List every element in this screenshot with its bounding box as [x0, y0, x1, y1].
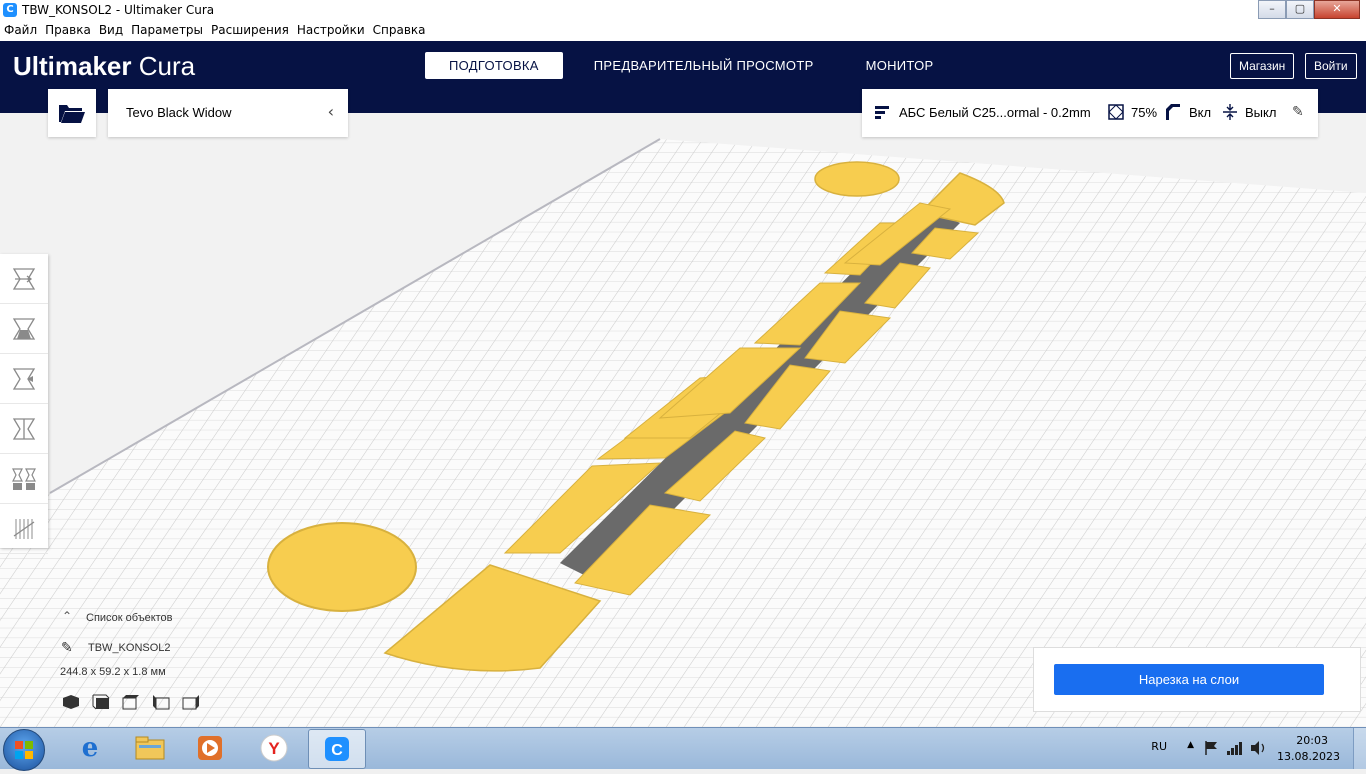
support-icon [1166, 104, 1180, 120]
profile-label: АБС Белый С25...ormal - 0.2mm [899, 105, 1091, 120]
logo-light: Cura [138, 51, 196, 81]
infill-value: 75% [1131, 105, 1158, 120]
cura-taskbar-icon: C [325, 737, 349, 761]
window-controls: – ▢ ✕ [1258, 0, 1360, 19]
mirror-tool[interactable] [0, 404, 48, 454]
taskbar-explorer[interactable] [122, 729, 178, 767]
media-player-icon [198, 736, 222, 760]
window-title: TBW_KONSOL2 - Ultimaker Cura [22, 3, 215, 17]
maximize-button[interactable]: ▢ [1286, 0, 1314, 19]
support-blocker-tool[interactable] [0, 504, 48, 554]
profile-layers-icon [875, 106, 889, 119]
flag-icon[interactable] [1204, 740, 1220, 756]
taskbar-cura[interactable]: C [308, 729, 366, 769]
model-disc-left[interactable] [267, 522, 417, 612]
scale-tool-icon [12, 317, 36, 340]
object-dimensions: 244.8 x 59.2 x 1.8 мм [60, 666, 166, 678]
object-list-header: Список объектов [86, 612, 173, 624]
pencil-icon[interactable]: ✎ [1292, 103, 1304, 120]
rotate-tool-icon [12, 367, 36, 390]
view-orientation-buttons [62, 694, 200, 710]
internet-explorer-icon: e [81, 733, 99, 763]
rotate-tool[interactable] [0, 354, 48, 404]
per-model-settings-tool[interactable] [0, 454, 48, 504]
cura-app-icon: C [3, 3, 17, 17]
tab-prepare[interactable]: ПОДГОТОВКА [425, 52, 563, 79]
tab-preview[interactable]: ПРЕДВАРИТЕЛЬНЫЙ ПРОСМОТР [570, 52, 838, 79]
menu-help[interactable]: Справка [369, 22, 430, 41]
volume-icon[interactable] [1250, 740, 1268, 756]
move-tool[interactable] [0, 254, 48, 304]
taskbar-media-player[interactable] [182, 729, 238, 767]
show-desktop-button[interactable] [1353, 728, 1366, 769]
minimize-button[interactable]: – [1258, 0, 1286, 19]
object-list-toggle[interactable]: ⌃ Список объектов [60, 609, 360, 628]
view-right-icon[interactable] [182, 694, 200, 710]
menu-view[interactable]: Вид [95, 22, 127, 41]
adhesion-value: Выкл [1245, 105, 1277, 120]
infill-icon [1108, 104, 1124, 120]
scale-tool[interactable] [0, 304, 48, 354]
menu-bar: Файл Правка Вид Параметры Расширения Нас… [0, 22, 1366, 41]
folder-icon [59, 105, 85, 123]
clock-time[interactable]: 20:03 [1296, 734, 1328, 747]
ultimaker-cura-logo: Ultimaker Cura [13, 51, 195, 82]
network-icon[interactable] [1226, 740, 1244, 756]
tab-monitor[interactable]: МОНИТОР [842, 52, 958, 79]
windows-taskbar: e Y C RU ▲ 20:03 13.08.2023 [0, 727, 1366, 771]
support-value: Вкл [1189, 105, 1212, 120]
start-button[interactable] [3, 729, 45, 771]
clock-date[interactable]: 13.08.2023 [1277, 750, 1340, 763]
view-3d-icon[interactable] [62, 694, 80, 710]
tool-panel [0, 254, 48, 554]
view-front-icon[interactable] [92, 694, 110, 710]
edit-pencil-icon[interactable]: ✎ [61, 639, 73, 656]
tray-expand-icon[interactable]: ▲ [1187, 740, 1194, 750]
language-indicator[interactable]: RU [1151, 740, 1167, 753]
svg-text:C: C [331, 742, 343, 759]
menu-extensions[interactable]: Расширения [207, 22, 293, 41]
open-file-button[interactable] [48, 89, 96, 137]
view-top-icon[interactable] [122, 694, 140, 710]
chevron-up-icon: ⌃ [62, 609, 73, 623]
logo-bold: Ultimaker [13, 51, 132, 81]
model-disc-top[interactable] [814, 161, 900, 197]
stage-tabs: ПОДГОТОВКА ПРЕДВАРИТЕЛЬНЫЙ ПРОСМОТР МОНИ… [425, 52, 957, 79]
printer-selector[interactable]: Tevo Black Widow ‹ [108, 89, 348, 137]
support-blocker-icon [13, 518, 35, 539]
svg-text:Y: Y [268, 739, 280, 758]
3d-viewport[interactable] [0, 113, 1366, 727]
close-button[interactable]: ✕ [1314, 0, 1360, 19]
printer-name: Tevo Black Widow [126, 105, 232, 120]
view-left-icon[interactable] [152, 694, 170, 710]
slice-panel: Нарезка на слои [1033, 647, 1361, 712]
menu-preferences[interactable]: Настройки [293, 22, 369, 41]
print-settings-panel[interactable]: АБС Белый С25...ormal - 0.2mm 75% Вкл Вы… [862, 89, 1318, 137]
taskbar-yandex[interactable]: Y [246, 729, 302, 767]
file-explorer-icon [135, 736, 165, 760]
menu-file[interactable]: Файл [0, 22, 41, 41]
adhesion-icon [1223, 104, 1237, 120]
menu-edit[interactable]: Правка [41, 22, 95, 41]
per-model-settings-icon [12, 467, 36, 490]
slice-button[interactable]: Нарезка на слои [1054, 664, 1324, 695]
marketplace-button[interactable]: Магазин [1230, 53, 1295, 79]
windows-logo-icon [15, 741, 33, 759]
yandex-browser-icon: Y [260, 734, 288, 762]
signin-button[interactable]: Войти [1305, 53, 1357, 79]
chevron-left-icon: ‹ [327, 102, 334, 121]
mirror-tool-icon [12, 417, 36, 440]
object-name[interactable]: TBW_KONSOL2 [88, 642, 171, 654]
build-plate-scene [0, 113, 1366, 727]
window-titlebar: C TBW_KONSOL2 - Ultimaker Cura – ▢ ✕ [0, 0, 1366, 23]
move-tool-icon [12, 267, 36, 290]
taskbar-ie[interactable]: e [62, 729, 118, 767]
menu-parameters[interactable]: Параметры [127, 22, 207, 41]
